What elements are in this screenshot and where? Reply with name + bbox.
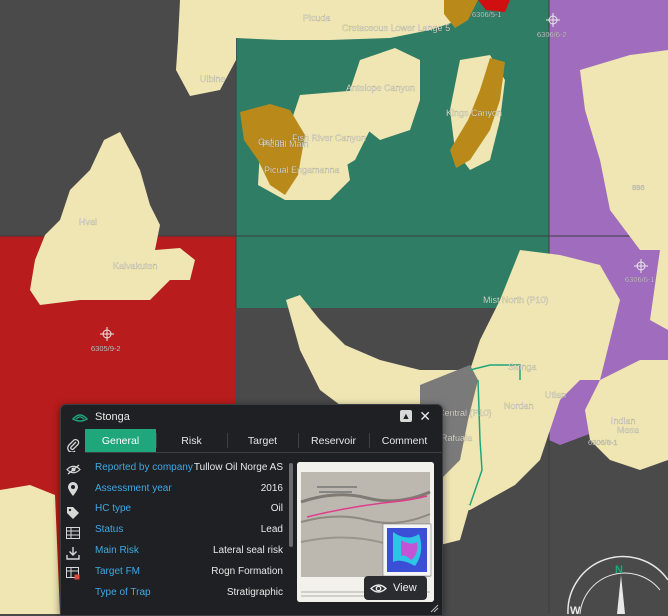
area-label-kings: Kings Canyon xyxy=(446,108,502,118)
well-label: 6306/8-1 xyxy=(588,438,618,447)
area-label-stonga: Stonga xyxy=(508,362,537,372)
property-value: Lateral seal risk xyxy=(212,545,283,556)
property-key: Status xyxy=(95,524,124,535)
popup-title: Stonga xyxy=(95,411,130,423)
prospect-shape[interactable] xyxy=(0,485,60,614)
area-label-utlan: Utlan xyxy=(545,390,566,400)
resize-handle-icon[interactable] xyxy=(430,604,439,613)
area-label-central: Central (P10) xyxy=(438,408,492,418)
property-row: Reported by company Tullow Oil Norge AS xyxy=(91,460,287,480)
tab-comment[interactable]: Comment xyxy=(369,429,440,452)
tab-reservoir[interactable]: Reservoir xyxy=(298,429,369,452)
area-label-antelope: Antelope Canyon xyxy=(346,83,415,93)
property-row: Main Risk Lateral seal risk xyxy=(91,543,287,563)
area-label-rafuala: Rafuala xyxy=(441,433,472,443)
compass-west: W xyxy=(570,605,581,614)
tab-general[interactable]: General xyxy=(85,429,156,452)
prospect-popup[interactable]: Stonga ▲ ✕ General Risk Target Reservoir xyxy=(60,404,443,616)
property-value: Lead xyxy=(260,524,283,535)
compass-north: N xyxy=(615,564,623,576)
area-label-kalvakuten: Kalvakuten xyxy=(113,261,158,271)
property-key: Type of Trap xyxy=(95,587,151,598)
download-icon[interactable] xyxy=(65,545,81,561)
table-export-icon[interactable] xyxy=(65,565,81,581)
area-label-picual-main: Picual Main xyxy=(262,139,309,149)
area-label-picuda: Picuda xyxy=(303,13,331,23)
prospect-icon xyxy=(71,414,89,422)
tab-target[interactable]: Target xyxy=(227,429,298,452)
area-label-cretaceous: Cretaceous Lower Lange 5 xyxy=(342,23,450,33)
popup-sidebar xyxy=(61,429,85,615)
well-label: 6306/6-2 xyxy=(537,30,567,39)
area-label-nordan: Nordan xyxy=(504,401,534,411)
property-value: Tullow Oil Norge AS xyxy=(193,462,283,473)
area-label-ulbine: Ulbine xyxy=(200,74,226,84)
property-row: Status Lead xyxy=(91,522,287,542)
location-pin-icon[interactable] xyxy=(65,481,81,497)
property-value: Oil xyxy=(270,503,283,514)
collapse-button[interactable]: ▲ xyxy=(400,410,412,422)
eye-icon xyxy=(370,583,387,593)
attachment-icon[interactable] xyxy=(65,437,81,453)
tab-divider xyxy=(85,452,442,453)
property-key: Main Risk xyxy=(95,545,139,556)
area-label-mesa: Mesa xyxy=(617,425,639,435)
view-button-label: View xyxy=(393,582,417,594)
property-row: Assessment year 2016 xyxy=(91,481,287,501)
property-key: Target FM xyxy=(95,566,141,577)
hide-icon[interactable] xyxy=(65,461,81,477)
popup-header: Stonga ▲ ✕ xyxy=(61,405,442,429)
property-row: Type of Trap Stratigraphic xyxy=(91,585,287,605)
well-label: 6306/6-1 xyxy=(625,275,655,284)
property-scrollbar[interactable] xyxy=(289,463,293,547)
close-button[interactable]: ✕ xyxy=(419,408,431,424)
property-value: 2016 xyxy=(260,483,283,494)
property-key: Assessment year xyxy=(95,483,172,494)
property-value: Stratigraphic xyxy=(226,587,283,598)
property-key: HC type xyxy=(95,503,132,514)
property-row: HC type Oil xyxy=(91,501,287,521)
area-label-hval: Hval xyxy=(79,217,97,227)
tab-risk[interactable]: Risk xyxy=(156,429,227,452)
area-label-mist-north: Mist North (P10) xyxy=(483,295,549,305)
table-icon[interactable] xyxy=(65,525,81,541)
tag-icon[interactable] xyxy=(65,505,81,521)
well-label: 6305/9-2 xyxy=(91,344,121,353)
view-button[interactable]: View xyxy=(364,576,427,600)
property-value: Rogn Formation xyxy=(211,566,283,577)
well-label: 6306/5-1 xyxy=(472,10,502,19)
well-label: 886 xyxy=(632,183,645,192)
property-key: Reported by company xyxy=(95,462,193,473)
area-label-picual-eng: Picual Engamanna xyxy=(264,165,340,175)
popup-tabs: General Risk Target Reservoir Comment xyxy=(85,429,442,452)
property-row: Target FM Rogn Formation xyxy=(91,564,287,584)
